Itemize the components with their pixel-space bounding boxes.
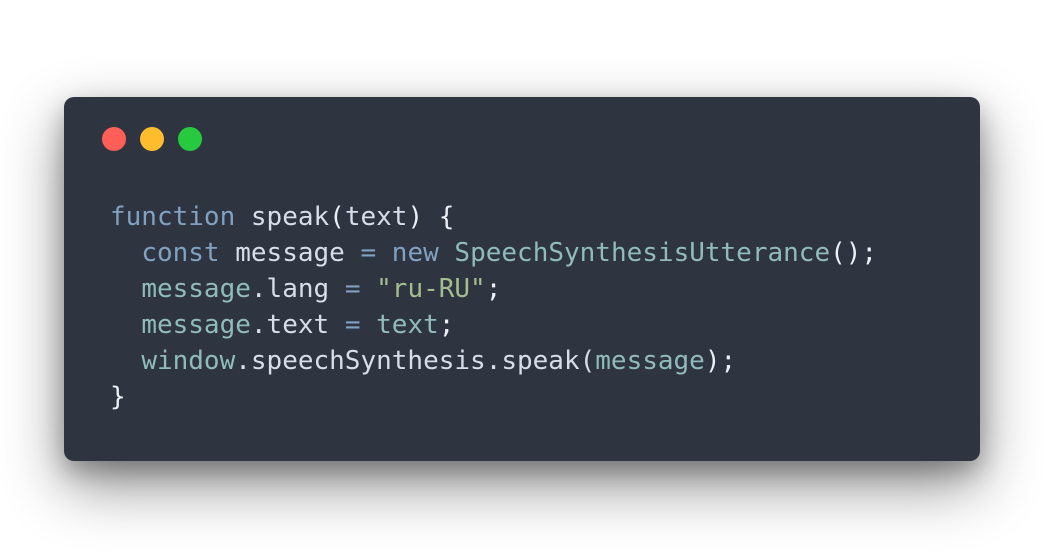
code-token: new bbox=[391, 238, 439, 268]
code-token: = bbox=[360, 238, 377, 268]
code-block: function speak(text) { const message = n… bbox=[110, 199, 877, 415]
code-token: ( bbox=[329, 202, 345, 232]
code-token: } bbox=[110, 382, 126, 412]
code-token: message bbox=[595, 346, 705, 376]
minimize-button[interactable] bbox=[140, 127, 164, 151]
code-token: = bbox=[344, 274, 361, 304]
code-token: SpeechSynthesisUtterance bbox=[454, 238, 831, 268]
code-token: .lang bbox=[250, 274, 330, 304]
code-token: text bbox=[344, 202, 408, 232]
code-token: ); bbox=[704, 346, 737, 376]
code-token: speak bbox=[250, 202, 330, 232]
code-line: message.text = text; bbox=[110, 307, 877, 343]
code-token: .text bbox=[250, 310, 330, 340]
code-line: function speak(text) { bbox=[110, 199, 877, 235]
code-token: ) { bbox=[407, 202, 455, 232]
code-line: const message = new SpeechSynthesisUtter… bbox=[110, 235, 877, 271]
code-token: (); bbox=[830, 238, 878, 268]
code-token: window bbox=[141, 346, 236, 376]
close-button[interactable] bbox=[102, 127, 126, 151]
code-token: ; bbox=[438, 310, 455, 340]
code-token: message bbox=[141, 274, 251, 304]
code-token: const bbox=[141, 238, 220, 268]
code-token: ; bbox=[485, 274, 502, 304]
code-line: message.lang = "ru-RU"; bbox=[110, 271, 877, 307]
code-token: "ru-RU" bbox=[376, 274, 486, 304]
code-token: = bbox=[344, 310, 361, 340]
code-token: message bbox=[141, 310, 251, 340]
code-window: function speak(text) { const message = n… bbox=[64, 97, 980, 461]
code-token: message bbox=[235, 238, 345, 268]
code-token: .speechSynthesis.speak( bbox=[235, 346, 596, 376]
maximize-button[interactable] bbox=[178, 127, 202, 151]
window-controls bbox=[102, 127, 202, 151]
code-line: } bbox=[110, 379, 877, 415]
code-token: function bbox=[110, 202, 236, 232]
code-token: text bbox=[376, 310, 439, 340]
screenshot-canvas: function speak(text) { const message = n… bbox=[0, 0, 1044, 558]
code-line: window.speechSynthesis.speak(message); bbox=[110, 343, 877, 379]
